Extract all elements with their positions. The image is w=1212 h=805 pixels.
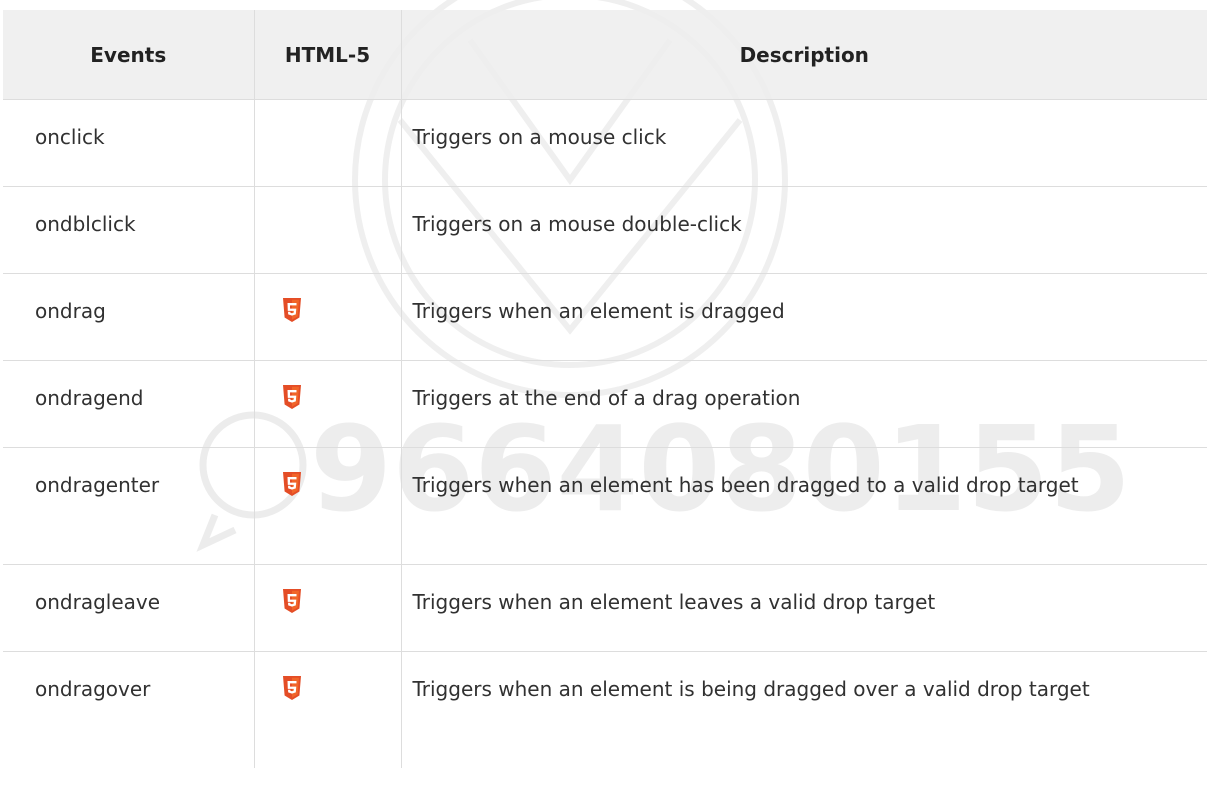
event-description: Triggers on a mouse double-click <box>400 186 1207 274</box>
html5-cell <box>253 273 402 361</box>
html5-cell <box>253 360 402 448</box>
table-row: ondrag Triggers when an element is dragg… <box>3 273 1207 361</box>
event-description: Triggers when an element is being dragge… <box>400 651 1207 768</box>
event-description: Triggers when an element is dragged <box>400 273 1207 361</box>
html5-cell <box>253 99 402 187</box>
table-row: ondragenter Triggers when an element has… <box>3 447 1207 565</box>
html5-shield-icon <box>282 676 301 700</box>
header-description: Description <box>400 10 1207 100</box>
html5-shield-icon <box>282 385 301 409</box>
html5-cell <box>253 447 402 565</box>
table-row: ondblclick Triggers on a mouse double-cl… <box>3 186 1207 274</box>
html5-cell <box>253 186 402 274</box>
table-row: ondragover Triggers when an element is b… <box>3 651 1207 768</box>
event-name: ondblclick <box>3 186 255 274</box>
events-table: Events HTML-5 Description onclick Trigge… <box>3 10 1207 768</box>
event-name: ondrag <box>3 273 255 361</box>
html5-shield-icon <box>282 298 301 322</box>
header-html5: HTML-5 <box>253 10 402 100</box>
header-events: Events <box>3 10 255 100</box>
event-name: onclick <box>3 99 255 187</box>
html5-shield-icon <box>282 472 301 496</box>
event-description: Triggers when an element leaves a valid … <box>400 564 1207 652</box>
table-header-row: Events HTML-5 Description <box>3 10 1207 100</box>
event-name: ondragleave <box>3 564 255 652</box>
html5-cell <box>253 564 402 652</box>
table-row: onclick Triggers on a mouse click <box>3 99 1207 187</box>
event-description: Triggers on a mouse click <box>400 99 1207 187</box>
event-description: Triggers at the end of a drag operation <box>400 360 1207 448</box>
event-name: ondragend <box>3 360 255 448</box>
html5-cell <box>253 651 402 768</box>
table-row: ondragend Triggers at the end of a drag … <box>3 360 1207 448</box>
table-row: ondragleave Triggers when an element lea… <box>3 564 1207 652</box>
html5-shield-icon <box>282 589 301 613</box>
event-description: Triggers when an element has been dragge… <box>400 447 1207 565</box>
event-name: ondragover <box>3 651 255 768</box>
event-name: ondragenter <box>3 447 255 565</box>
